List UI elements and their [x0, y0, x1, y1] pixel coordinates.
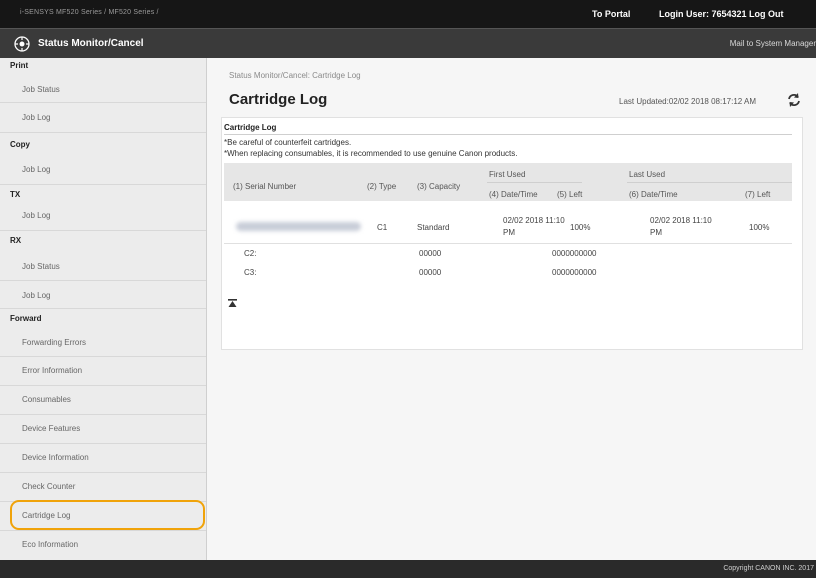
divider — [0, 280, 206, 281]
divider — [0, 308, 206, 309]
column-header-first-used: First Used — [489, 170, 526, 179]
cell-capacity: Standard — [417, 223, 450, 232]
sidebar-item-consumables[interactable]: Consumables — [22, 395, 71, 404]
cell-c2-capacity: 00000 — [419, 249, 442, 258]
page-title: Cartridge Log — [229, 91, 328, 108]
divider — [0, 230, 206, 231]
cell-c3-capacity: 00000 — [419, 268, 442, 277]
cell-c2-label: C2: — [244, 249, 257, 258]
breadcrumb: Status Monitor/Cancel: Cartridge Log — [229, 71, 361, 80]
divider — [487, 182, 582, 183]
note-counterfeit: *Be careful of counterfeit cartridges. — [224, 138, 352, 147]
home-icon[interactable] — [14, 36, 30, 52]
sidebar-item-error-information[interactable]: Error Information — [22, 366, 82, 375]
sidebar-item-rx-job-log[interactable]: Job Log — [22, 291, 50, 300]
sidebar-item-print-job-status[interactable]: Job Status — [22, 85, 60, 94]
cell-c2-value: 0000000000 — [552, 249, 597, 258]
cell-first-left: 100% — [570, 223, 591, 232]
divider — [0, 385, 206, 386]
divider — [0, 530, 206, 531]
divider — [0, 443, 206, 444]
sidebar-category-print: Print — [10, 61, 29, 70]
divider — [0, 472, 206, 473]
sidebar-item-tx-job-log[interactable]: Job Log — [22, 211, 50, 220]
cell-last-date-ampm: PM — [650, 228, 662, 237]
sidebar-item-device-information[interactable]: Device Information — [22, 453, 89, 462]
sidebar-item-rx-job-status[interactable]: Job Status — [22, 262, 60, 271]
column-header-type: (2) Type — [367, 182, 397, 191]
divider — [224, 243, 792, 244]
column-header-serial-number: (1) Serial Number — [233, 182, 297, 191]
cell-c3-label: C3: — [244, 268, 257, 277]
header-bar: Status Monitor/Cancel Mail to System Man… — [0, 28, 816, 58]
cell-first-date: 02/02 2018 11:10 — [503, 216, 565, 225]
column-header-last-used: Last Used — [629, 170, 666, 179]
column-header-last-date: (6) Date/Time — [629, 190, 678, 199]
section-title: Cartridge Log — [224, 123, 277, 132]
sidebar-item-device-features[interactable]: Device Features — [22, 424, 80, 433]
cell-c3-value: 0000000000 — [552, 268, 597, 277]
cell-last-left: 100% — [749, 223, 770, 232]
note-genuine-products: *When replacing consumables, it is recom… — [224, 149, 518, 158]
sidebar-item-cartridge-log[interactable]: Cartridge Log — [22, 511, 70, 520]
sidebar: Print Job Status Job Log Copy Job Log TX… — [0, 58, 207, 560]
divider — [0, 356, 206, 357]
cell-last-date: 02/02 2018 11:10 — [650, 216, 712, 225]
sidebar-category-copy: Copy — [10, 140, 30, 149]
sidebar-category-forward: Forward — [10, 314, 42, 323]
back-to-top-icon[interactable] — [228, 299, 237, 308]
sidebar-item-forwarding-errors[interactable]: Forwarding Errors — [22, 338, 86, 347]
divider — [0, 102, 206, 103]
footer: Copyright CANON INC. 2017 — [0, 560, 816, 578]
sidebar-category-tx: TX — [10, 190, 21, 199]
column-header-first-date: (4) Date/Time — [489, 190, 538, 199]
divider — [0, 184, 206, 185]
top-bar: i-SENSYS MF520 Series / MF520 Series / T… — [0, 0, 816, 28]
column-header-last-left: (7) Left — [745, 190, 771, 199]
divider — [0, 132, 206, 133]
sidebar-item-eco-information[interactable]: Eco Information — [22, 540, 78, 549]
column-header-capacity: (3) Capacity — [417, 182, 461, 191]
main-content: Status Monitor/Cancel: Cartridge Log Car… — [207, 58, 816, 560]
serial-number-redacted — [236, 222, 361, 231]
refresh-icon[interactable] — [786, 92, 802, 108]
column-header-first-left: (5) Left — [557, 190, 583, 199]
sidebar-item-check-counter[interactable]: Check Counter — [22, 482, 75, 491]
last-updated: Last Updated:02/02 2018 08:17:12 AM — [619, 97, 756, 106]
sidebar-item-copy-job-log[interactable]: Job Log — [22, 165, 50, 174]
sidebar-item-print-job-log[interactable]: Job Log — [22, 113, 50, 122]
to-portal-link[interactable]: To Portal — [592, 9, 630, 19]
divider — [224, 134, 792, 135]
sidebar-category-rx: RX — [10, 236, 22, 245]
copyright: Copyright CANON INC. 2017 — [723, 565, 814, 572]
login-user-logout[interactable]: Login User: 7654321 Log Out — [659, 9, 784, 19]
cell-type: C1 — [377, 223, 388, 232]
mail-to-system-manager-link[interactable]: Mail to System Manager — [730, 39, 816, 48]
product-name: i-SENSYS MF520 Series / MF520 Series / — [20, 9, 159, 16]
app-title: Status Monitor/Cancel — [38, 38, 144, 49]
cell-first-date-ampm: PM — [503, 228, 515, 237]
divider — [0, 414, 206, 415]
divider — [627, 182, 792, 183]
